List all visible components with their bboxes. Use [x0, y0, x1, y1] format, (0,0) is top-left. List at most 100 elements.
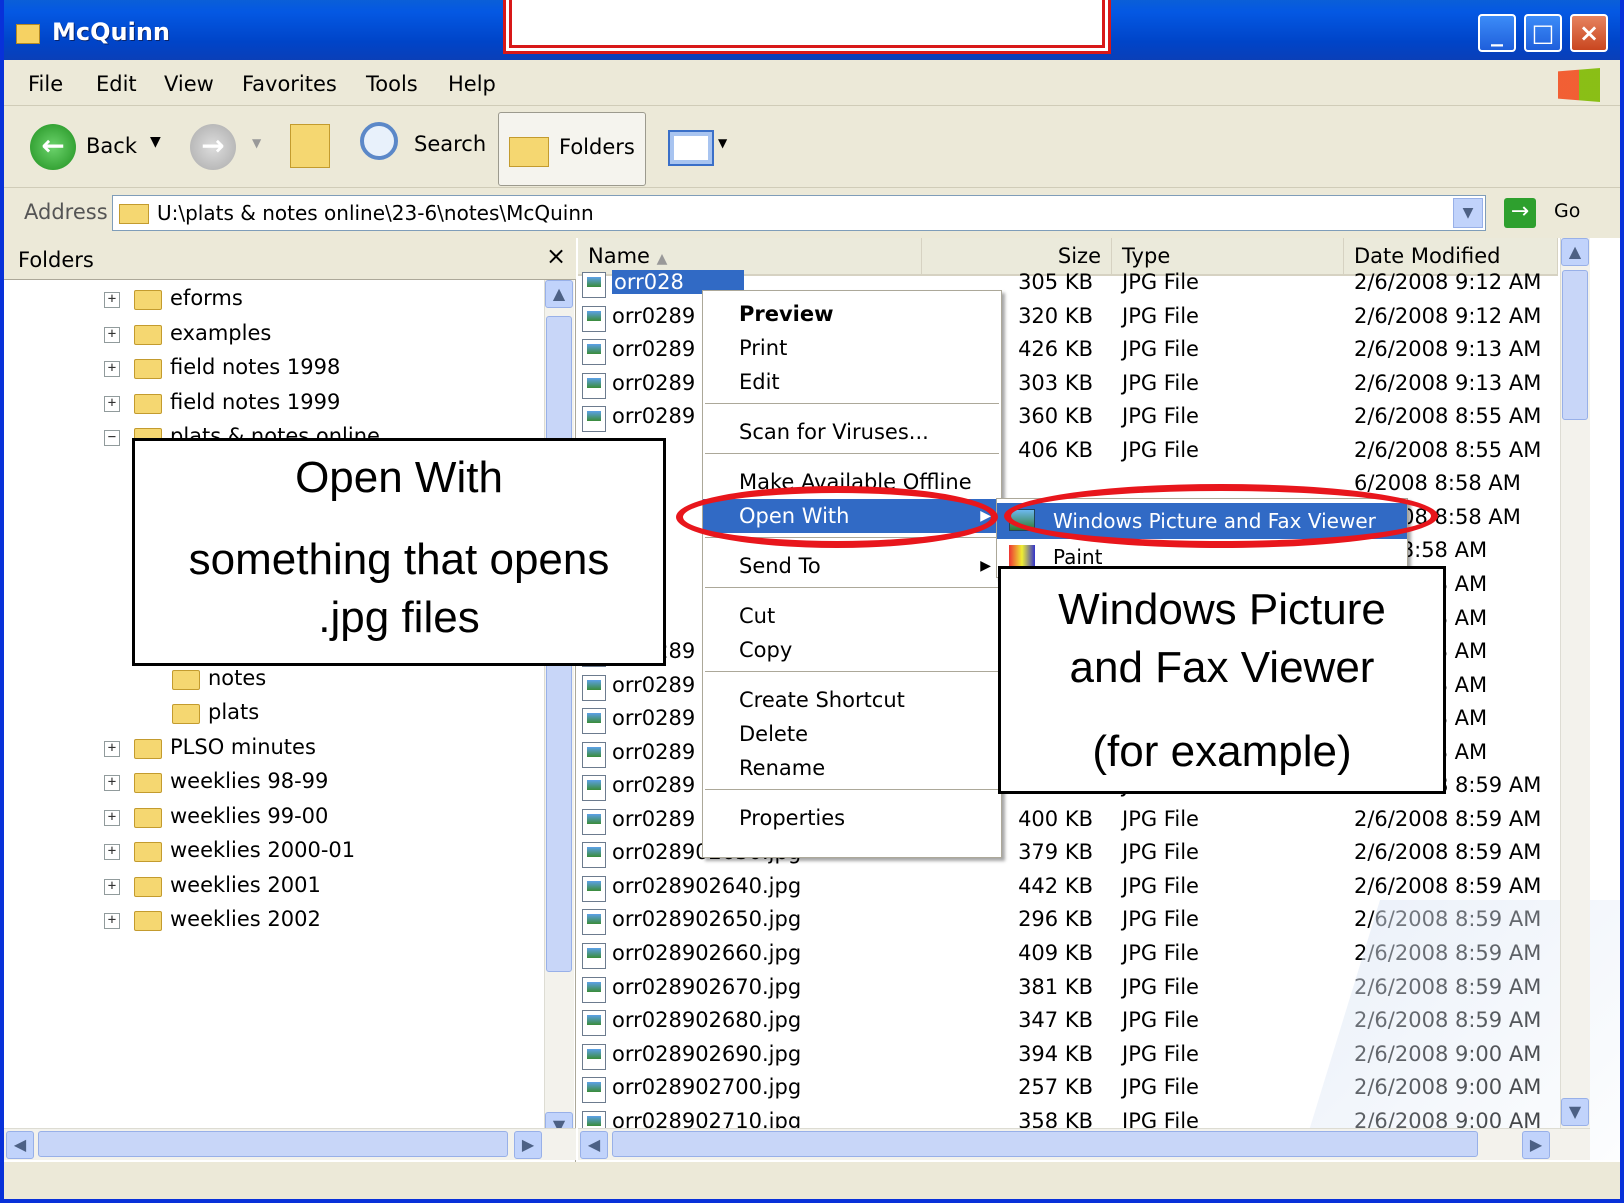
- expand-icon[interactable]: +: [104, 913, 120, 929]
- views-dropdown-icon[interactable]: ▼: [718, 136, 727, 150]
- file-type: JPG File: [1122, 1008, 1199, 1033]
- menu-favorites[interactable]: Favorites: [242, 72, 337, 96]
- ctx-edit[interactable]: Edit: [703, 365, 1001, 399]
- expand-icon[interactable]: +: [104, 809, 120, 826]
- ctx-preview[interactable]: Preview: [703, 297, 1001, 331]
- file-size: 409 KB: [1018, 941, 1093, 965]
- ctx-rename[interactable]: Rename: [703, 751, 1001, 785]
- file-name: orr0289: [612, 706, 696, 731]
- menu-tools[interactable]: Tools: [366, 72, 418, 96]
- tree-item[interactable]: + PLSO minutes: [4, 733, 534, 765]
- up-folder-icon[interactable]: [290, 124, 330, 168]
- collapse-icon[interactable]: −: [104, 430, 120, 446]
- file-row[interactable]: orr028902640.jpg 442 KB JPG File 2/6/2008 8…: [578, 872, 1558, 905]
- minimize-button[interactable]: _: [1478, 14, 1516, 52]
- tree-item[interactable]: plats: [4, 698, 534, 730]
- folders-button[interactable]: Folders: [498, 112, 646, 186]
- file-name: orr0289: [612, 404, 696, 429]
- scroll-thumb[interactable]: [1562, 270, 1588, 420]
- file-size: 442 KB: [1018, 873, 1093, 898]
- hscroll-thumb[interactable]: [612, 1131, 1478, 1157]
- callout-line: (for example): [1092, 727, 1352, 776]
- tree-item[interactable]: + weeklies 98-99: [4, 767, 534, 799]
- tree-item[interactable]: notes: [4, 664, 534, 696]
- ctx-create-shortcut[interactable]: Create Shortcut: [703, 683, 1001, 717]
- back-arrow-icon[interactable]: ←: [30, 124, 76, 170]
- close-button[interactable]: ×: [1570, 14, 1608, 52]
- ctx-scan-viruses[interactable]: Scan for Viruses...: [703, 415, 1001, 449]
- file-date: 2/6/2008 8:59 AM: [1354, 873, 1542, 898]
- scroll-up-icon[interactable]: ▲: [1561, 238, 1589, 266]
- tree-item[interactable]: + weeklies 99-00: [4, 802, 534, 834]
- search-button-label[interactable]: Search: [414, 132, 486, 156]
- expand-icon[interactable]: +: [104, 844, 120, 860]
- scroll-up-icon[interactable]: ▲: [545, 280, 573, 308]
- tree-item[interactable]: + examples: [4, 319, 534, 351]
- ctx-delete[interactable]: Delete: [703, 717, 1001, 751]
- file-type: JPG File: [1122, 907, 1199, 932]
- menu-edit[interactable]: Edit: [96, 72, 137, 96]
- tree-item[interactable]: + eforms: [4, 284, 534, 316]
- tree-item[interactable]: + field notes 1998: [4, 353, 534, 385]
- file-type: JPG File: [1122, 370, 1199, 395]
- expand-icon[interactable]: +: [104, 292, 120, 308]
- tree-item-label: notes: [208, 665, 267, 690]
- folder-icon: [134, 807, 162, 828]
- address-field[interactable]: U:\plats & notes online\23-6\notes\McQui…: [112, 195, 1486, 231]
- file-size: 406 KB: [1018, 437, 1093, 462]
- ctx-print[interactable]: Print: [703, 331, 1001, 365]
- file-name: orr0289: [612, 303, 696, 328]
- hscroll-thumb[interactable]: [38, 1131, 508, 1157]
- scroll-left-icon[interactable]: ◀: [6, 1131, 34, 1159]
- expand-icon[interactable]: +: [104, 395, 120, 412]
- scroll-right-icon[interactable]: ▶: [1522, 1131, 1550, 1159]
- jpg-file-icon: [582, 842, 606, 869]
- list-vertical-scrollbar[interactable]: ▲ ▼: [1560, 238, 1590, 1128]
- folder-icon: [172, 704, 200, 724]
- back-dropdown-icon[interactable]: ▼: [150, 134, 161, 150]
- maximize-button[interactable]: □: [1524, 14, 1562, 52]
- jpg-file-icon: [582, 708, 606, 735]
- ctx-copy[interactable]: Copy: [703, 633, 1001, 667]
- file-type: JPG File: [1122, 1075, 1199, 1100]
- tree-item[interactable]: + weeklies 2002: [4, 905, 534, 937]
- jpg-file-icon: [582, 1043, 606, 1070]
- file-date: 6/2008 8:58 AM: [1354, 471, 1521, 496]
- file-size: 394 KB: [1018, 1041, 1093, 1066]
- close-folders-pane-icon[interactable]: ×: [546, 242, 566, 270]
- expand-icon[interactable]: +: [104, 326, 120, 343]
- go-button-label[interactable]: Go: [1554, 200, 1580, 222]
- folder-icon: [134, 911, 162, 931]
- tree-item[interactable]: + weeklies 2001: [4, 871, 534, 903]
- expand-icon[interactable]: +: [104, 775, 120, 791]
- menu-help[interactable]: Help: [448, 72, 496, 96]
- menu-view[interactable]: View: [164, 72, 214, 96]
- back-button-label[interactable]: Back: [86, 134, 137, 158]
- scroll-left-icon[interactable]: ◀: [580, 1131, 608, 1159]
- search-icon[interactable]: [360, 122, 398, 160]
- tree-item[interactable]: + field notes 1999: [4, 388, 534, 420]
- expand-icon[interactable]: +: [104, 361, 120, 377]
- menu-file[interactable]: File: [28, 72, 63, 96]
- go-arrow-icon[interactable]: →: [1504, 198, 1536, 228]
- scroll-right-icon[interactable]: ▶: [514, 1131, 542, 1159]
- expand-icon[interactable]: +: [104, 878, 120, 895]
- folders-horizontal-scrollbar[interactable]: ◀ ▶: [4, 1128, 576, 1160]
- views-icon[interactable]: [668, 130, 714, 166]
- list-horizontal-scrollbar[interactable]: ◀ ▶: [578, 1128, 1590, 1160]
- folders-vertical-scrollbar[interactable]: ▲ ▼: [544, 280, 574, 1142]
- scroll-down-icon[interactable]: ▼: [1561, 1098, 1589, 1126]
- tree-item[interactable]: + weeklies 2000-01: [4, 836, 534, 868]
- file-date: 2/6/2008 9:12 AM: [1354, 270, 1542, 294]
- ctx-properties[interactable]: Properties: [703, 801, 1001, 835]
- expand-icon[interactable]: +: [104, 740, 120, 757]
- address-dropdown-icon[interactable]: ▼: [1453, 198, 1483, 228]
- jpg-file-icon: [582, 976, 606, 1003]
- folder-icon: [16, 24, 40, 44]
- file-date: 2/6/2008 9:12 AM: [1354, 303, 1542, 328]
- forward-arrow-icon[interactable]: →: [190, 124, 236, 170]
- ctx-send-to[interactable]: Send To ▶: [703, 549, 1001, 583]
- file-size: 400 KB: [1018, 806, 1093, 831]
- forward-dropdown-icon[interactable]: ▼: [252, 136, 261, 150]
- ctx-cut[interactable]: Cut: [703, 599, 1001, 633]
